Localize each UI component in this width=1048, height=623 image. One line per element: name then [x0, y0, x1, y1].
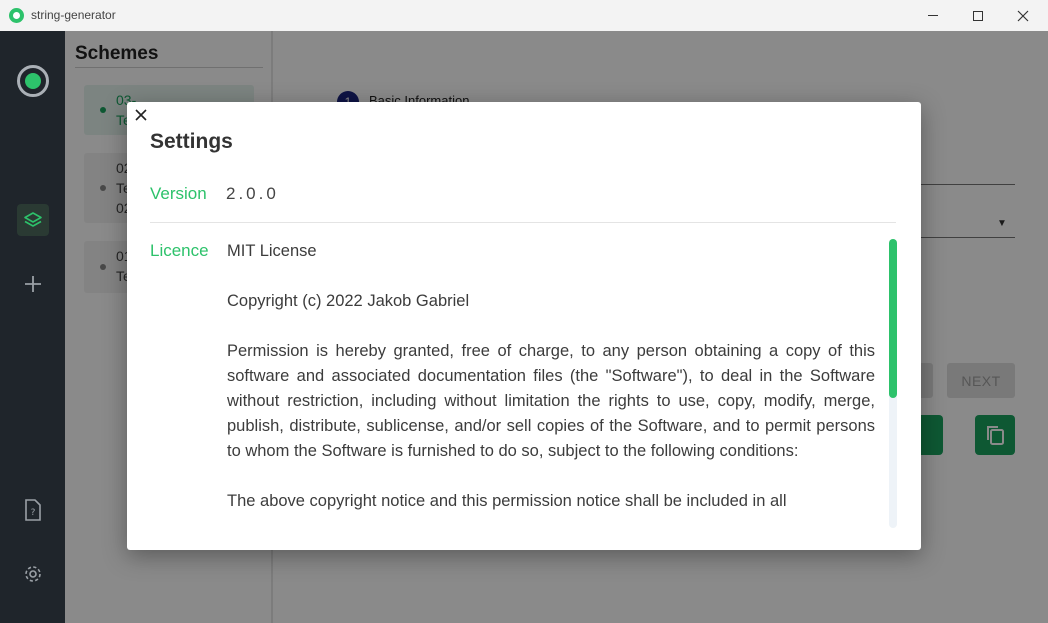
scrollbar-thumb[interactable] [889, 239, 897, 398]
nav-rail: ? [0, 31, 65, 623]
svg-text:?: ? [31, 508, 36, 518]
maximize-button[interactable] [955, 0, 1001, 31]
dialog-title: Settings [150, 130, 233, 153]
help-button[interactable]: ? [17, 494, 49, 526]
licence-paragraph: The above copyright notice and this perm… [227, 492, 787, 510]
licence-paragraph: MIT License [227, 242, 317, 260]
close-dialog-button[interactable] [133, 106, 149, 124]
close-window-button[interactable] [1000, 0, 1046, 31]
licence-text-box[interactable]: MIT License Copyright (c) 2022 Jakob Gab… [227, 236, 875, 528]
app-logo-icon[interactable] [17, 65, 49, 97]
close-icon [1017, 10, 1029, 21]
gear-icon [25, 566, 41, 582]
maximize-icon [973, 10, 983, 21]
layers-icon [24, 212, 42, 227]
settings-button[interactable] [17, 558, 49, 590]
minimize-button[interactable] [910, 0, 956, 31]
app-logo-icon [9, 8, 24, 23]
divider [150, 222, 896, 223]
version-label: Version [150, 184, 207, 203]
minimize-icon [928, 15, 938, 16]
help-document-icon: ? [25, 499, 41, 521]
scrollbar-track[interactable] [889, 239, 897, 528]
schemes-nav-button[interactable] [17, 204, 49, 236]
licence-label: Licence [150, 241, 209, 260]
window-titlebar: string-generator [0, 0, 1048, 31]
add-scheme-button[interactable] [17, 268, 49, 300]
window-title: string-generator [31, 8, 116, 22]
licence-paragraph: Permission is hereby granted, free of ch… [227, 342, 875, 460]
version-value: 2.0.0 [226, 184, 279, 203]
plus-icon [25, 276, 41, 292]
settings-dialog: Settings Version 2.0.0 Licence MIT Licen… [127, 102, 921, 550]
licence-paragraph: Copyright (c) 2022 Jakob Gabriel [227, 292, 470, 310]
close-icon [135, 109, 147, 121]
